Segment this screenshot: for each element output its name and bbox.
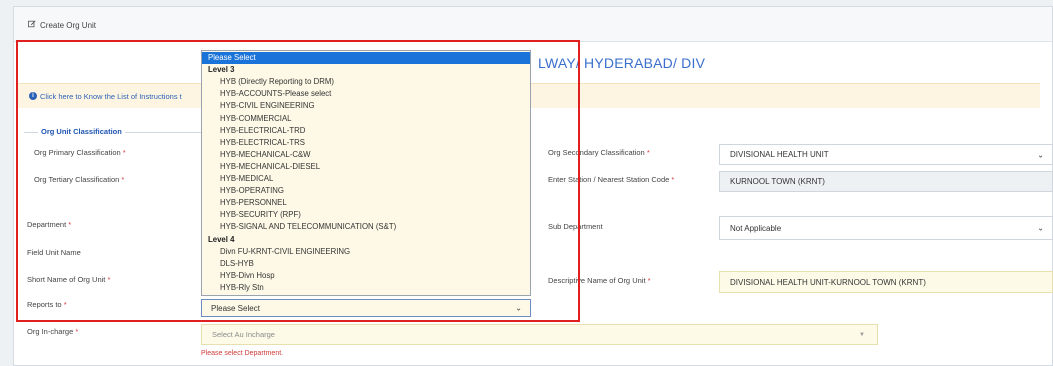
label-org-tertiary: Org Tertiary Classification * [34,175,125,184]
dropdown-option[interactable]: Divn FU-KRNT-CIVIL ENGINEERING [202,246,530,258]
reports-to-dropdown-list[interactable]: Please Select Level 3 HYB (Directly Report… [201,50,531,296]
caret-down-icon: ▼ [859,331,865,338]
sub-department-select[interactable]: Not Applicable ⌄ [719,216,1053,240]
label-org-primary: Org Primary Classification * [34,148,126,157]
dropdown-option[interactable]: HYB-CIVIL ENGINEERING [202,100,530,112]
panel-title: Create Org Unit [28,20,96,30]
info-icon: i [29,92,37,100]
dropdown-option[interactable]: DLS-HYB [202,258,530,270]
sub-department-value: Not Applicable [730,223,782,233]
dropdown-option[interactable]: HYB (Directly Reporting to DRM) [202,76,530,88]
dropdown-option[interactable]: HYB-MECHANICAL-DIESEL [202,161,530,173]
dropdown-option[interactable]: HYB-Rly Stn [202,282,530,294]
chevron-down-icon: ⌄ [1037,223,1044,233]
descriptive-name-field[interactable]: DIVISIONAL HEALTH UNIT-KURNOOL TOWN (KRN… [719,271,1053,293]
page-title: LWAY/ HYDERABAD/ DIV [538,55,706,71]
dropdown-option[interactable]: HYB-COMMERCIAL [202,113,530,125]
descriptive-name-value: DIVISIONAL HEALTH UNIT-KURNOOL TOWN (KRN… [730,277,926,287]
label-org-secondary: Org Secondary Classification * [548,148,650,157]
panel-header: Create Org Unit [14,7,1052,42]
dropdown-option[interactable]: HYB-ELECTRICAL-TRD [202,125,530,137]
org-incharge-placeholder: Select Au Incharge [212,330,275,339]
org-incharge-select[interactable]: Select Au Incharge ▼ [201,324,878,345]
org-secondary-value: DIVISIONAL HEALTH UNIT [730,150,829,159]
label-sub-department: Sub Department [548,222,603,231]
label-station: Enter Station / Nearest Station Code * [548,175,675,184]
label-reports-to: Reports to * [27,300,67,309]
dropdown-group-label: Level 3 [208,65,235,75]
reports-to-value: Please Select [211,303,260,313]
label-descriptive-name: Descriptive Name of Org Unit * [548,276,651,285]
dropdown-option[interactable]: Please Select [202,52,530,65]
reports-to-select[interactable]: Please Select ⌄ [201,299,531,317]
station-field[interactable]: KURNOOL TOWN (KRNT) [719,171,1053,192]
chevron-down-icon: ⌄ [515,303,522,313]
label-org-incharge: Org In-charge * [27,327,79,336]
dropdown-option[interactable]: HYB-ELECTRICAL-TRS [202,137,530,149]
dropdown-option[interactable]: HYB-MECHANICAL-C&W [202,149,530,161]
dropdown-option[interactable]: HYB-OPERATING [202,185,530,197]
label-field-unit: Field Unit Name [27,248,81,257]
dropdown-option[interactable]: HYB-SECURITY (RPF) [202,209,530,221]
instructions-link[interactable]: Click here to Know the List of Instructi… [40,92,182,101]
dropdown-option[interactable]: HYB-SIGNAL AND TELECOMMUNICATION (S&T) [202,221,530,233]
dropdown-option[interactable]: HYB-MEDICAL [202,173,530,185]
department-error: Please select Department. [201,350,284,357]
dropdown-option[interactable]: HYB-ACCOUNTS-Please select [202,88,530,100]
org-secondary-select[interactable]: DIVISIONAL HEALTH UNIT ⌄ [719,144,1053,165]
label-department: Department * [27,220,72,229]
edit-icon [28,20,36,30]
panel-title-text: Create Org Unit [40,21,97,30]
station-value: KURNOOL TOWN (KRNT) [730,177,825,186]
label-short-name: Short Name of Org Unit * [27,275,111,284]
dropdown-option[interactable]: HYB-PERSONNEL [202,197,530,209]
dropdown-group-label: Level 4 [208,234,235,244]
section-legend: Org Unit Classification [38,127,125,136]
chevron-down-icon: ⌄ [1037,150,1044,159]
dropdown-option[interactable]: HYB-Divn Hosp [202,270,530,282]
